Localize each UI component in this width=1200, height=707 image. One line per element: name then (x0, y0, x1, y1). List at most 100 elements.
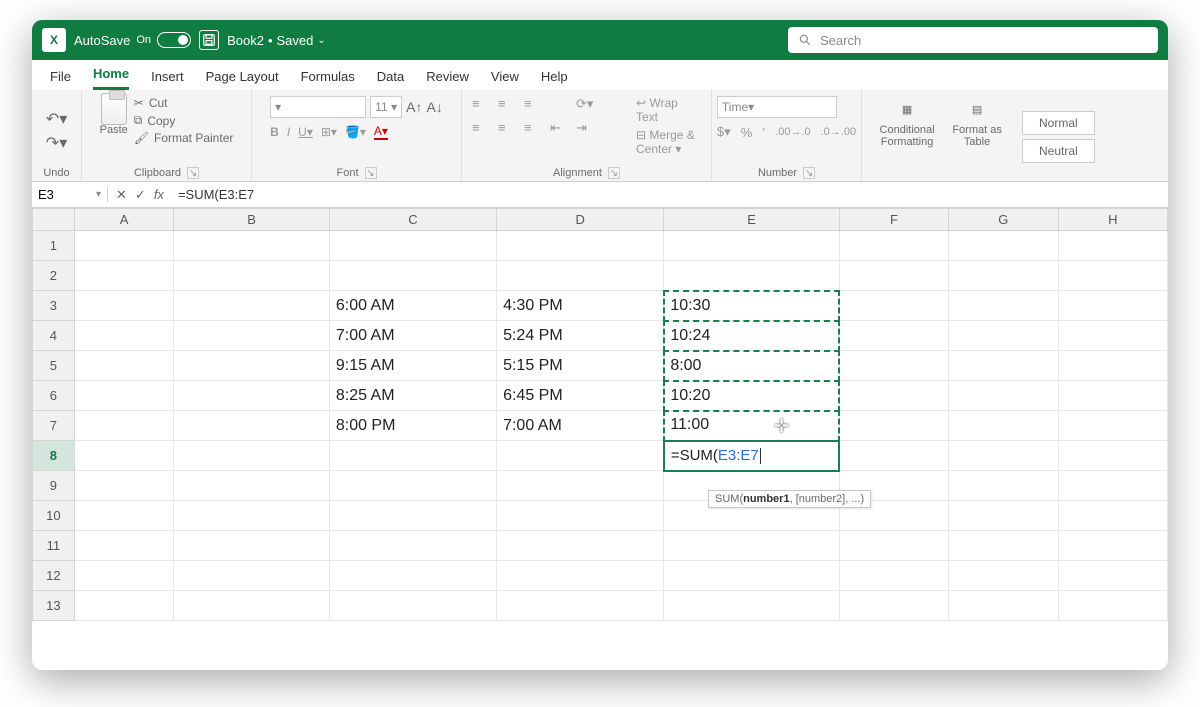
wrap-text-button[interactable]: ↩ Wrap Text (636, 96, 701, 124)
row-header-10[interactable]: 10 (33, 501, 75, 531)
col-header-D[interactable]: D (497, 209, 664, 231)
style-neutral[interactable]: Neutral (1022, 139, 1095, 163)
bold-button[interactable]: B (270, 125, 279, 139)
cell-B5[interactable]: Wednesday (174, 351, 330, 381)
search-input[interactable]: Search (788, 27, 1158, 53)
redo-button[interactable]: ↷▾ (46, 133, 67, 153)
cell-D8[interactable] (497, 441, 664, 471)
comma-format-button[interactable]: ʼ (762, 125, 765, 140)
menu-insert[interactable]: Insert (151, 63, 184, 90)
row-header-7[interactable]: 7 (33, 411, 75, 441)
formula-input[interactable]: =SUM(E3:E7 (172, 187, 1168, 202)
col-header-G[interactable]: G (949, 209, 1058, 231)
borders-button[interactable]: ⊞▾ (321, 125, 337, 139)
spreadsheet-grid[interactable]: A B C D E F G H 1 2 Weekday Start Work E… (32, 208, 1168, 621)
cell-C8[interactable] (329, 441, 496, 471)
decrease-decimal-button[interactable]: .0→.00 (821, 126, 856, 138)
fill-color-button[interactable]: 🪣▾ (345, 125, 366, 139)
font-size-select[interactable]: 11▾ (370, 96, 402, 118)
row-header-8[interactable]: 8 (33, 441, 75, 471)
cell-B4[interactable]: Tuesday (174, 321, 330, 351)
underline-button[interactable]: U▾ (298, 125, 313, 139)
save-icon[interactable] (199, 30, 219, 50)
align-center-button[interactable]: ≡ (498, 120, 518, 140)
menu-data[interactable]: Data (377, 63, 404, 90)
dialog-launcher-icon[interactable]: ↘ (365, 167, 377, 179)
cell-D3[interactable]: 4:30 PM (497, 291, 664, 321)
row-header-12[interactable]: 12 (33, 561, 75, 591)
align-middle-button[interactable]: ≡ (498, 96, 518, 116)
cell-E6[interactable]: 10:20 (664, 381, 840, 411)
cell-C4[interactable]: 7:00 AM (329, 321, 496, 351)
dialog-launcher-icon[interactable]: ↘ (608, 167, 620, 179)
col-header-B[interactable]: B (174, 209, 330, 231)
menu-file[interactable]: File (50, 63, 71, 90)
col-header-A[interactable]: A (74, 209, 173, 231)
fx-icon[interactable]: fx (154, 187, 164, 202)
cell-E7[interactable]: 11:00 (664, 411, 840, 441)
table-header[interactable]: End Work (497, 261, 664, 291)
row-header-6[interactable]: 6 (33, 381, 75, 411)
row-header-2[interactable]: 2 (33, 261, 75, 291)
cell-D4[interactable]: 5:24 PM (497, 321, 664, 351)
increase-decimal-button[interactable]: .00→.0 (775, 126, 810, 138)
row-header-9[interactable]: 9 (33, 471, 75, 501)
col-header-H[interactable]: H (1058, 209, 1167, 231)
format-as-table-button[interactable]: ▤ Format as Table (952, 96, 1002, 148)
col-header-F[interactable]: F (839, 209, 948, 231)
italic-button[interactable]: I (287, 125, 290, 139)
autosave-toggle[interactable]: AutoSave On (74, 32, 191, 48)
cell-D6[interactable]: 6:45 PM (497, 381, 664, 411)
menu-help[interactable]: Help (541, 63, 568, 90)
cell-C3[interactable]: 6:00 AM (329, 291, 496, 321)
number-format-select[interactable]: Time▾ (717, 96, 837, 118)
increase-font-button[interactable]: A↑ (406, 99, 422, 115)
document-title[interactable]: Book2 • Saved ⌄ (227, 33, 326, 48)
cell-C6[interactable]: 8:25 AM (329, 381, 496, 411)
font-name-select[interactable]: ▾ (270, 96, 366, 118)
table-header[interactable]: Hours Worked (664, 261, 840, 291)
table-header[interactable]: Weekday (174, 261, 330, 291)
cell-B6[interactable]: Thursday (174, 381, 330, 411)
align-bottom-button[interactable]: ≡ (524, 96, 544, 116)
cut-button[interactable]: ✂Cut (134, 96, 234, 110)
percent-format-button[interactable]: % (741, 125, 753, 140)
menu-formulas[interactable]: Formulas (301, 63, 355, 90)
menu-home[interactable]: Home (93, 60, 129, 90)
conditional-formatting-button[interactable]: ▦ Conditional Formatting (872, 96, 942, 148)
decrease-indent-button[interactable]: ⇤ (550, 120, 570, 140)
row-header-13[interactable]: 13 (33, 591, 75, 621)
align-right-button[interactable]: ≡ (524, 120, 544, 140)
cell-B3[interactable]: Monday (174, 291, 330, 321)
cell-B7[interactable]: Friday (174, 411, 330, 441)
col-header-E[interactable]: E (664, 209, 840, 231)
row-header-3[interactable]: 3 (33, 291, 75, 321)
style-normal[interactable]: Normal (1022, 111, 1095, 135)
increase-indent-button[interactable]: ⇥ (576, 120, 596, 140)
menu-review[interactable]: Review (426, 63, 469, 90)
enter-formula-button[interactable]: ✓ (135, 187, 146, 203)
cell-B8[interactable] (174, 441, 330, 471)
cell-E8-editing[interactable]: =SUM(E3:E7 (664, 441, 840, 471)
col-header-C[interactable]: C (329, 209, 496, 231)
row-header-5[interactable]: 5 (33, 351, 75, 381)
copy-button[interactable]: ⧉Copy (134, 113, 234, 128)
cell-E4[interactable]: 10:24 (664, 321, 840, 351)
cancel-formula-button[interactable]: ✕ (116, 187, 127, 203)
paste-button[interactable]: Paste (100, 96, 128, 136)
select-all-corner[interactable] (33, 209, 75, 231)
menu-page-layout[interactable]: Page Layout (206, 63, 279, 90)
font-color-button[interactable]: A▾ (374, 124, 388, 140)
dialog-launcher-icon[interactable]: ↘ (803, 167, 815, 179)
name-box[interactable]: E3 ▾ (32, 187, 108, 202)
align-top-button[interactable]: ≡ (472, 96, 492, 116)
dialog-launcher-icon[interactable]: ↘ (187, 167, 199, 179)
merge-center-button[interactable]: ⊟ Merge & Center ▾ (636, 128, 701, 156)
undo-button[interactable]: ↶▾ (46, 109, 67, 129)
row-header-11[interactable]: 11 (33, 531, 75, 561)
decrease-font-button[interactable]: A↓ (427, 99, 443, 115)
cell-E3[interactable]: 10:30 (664, 291, 840, 321)
orientation-button[interactable]: ⟳▾ (576, 96, 596, 116)
cell-C7[interactable]: 8:00 PM (329, 411, 496, 441)
align-left-button[interactable]: ≡ (472, 120, 492, 140)
